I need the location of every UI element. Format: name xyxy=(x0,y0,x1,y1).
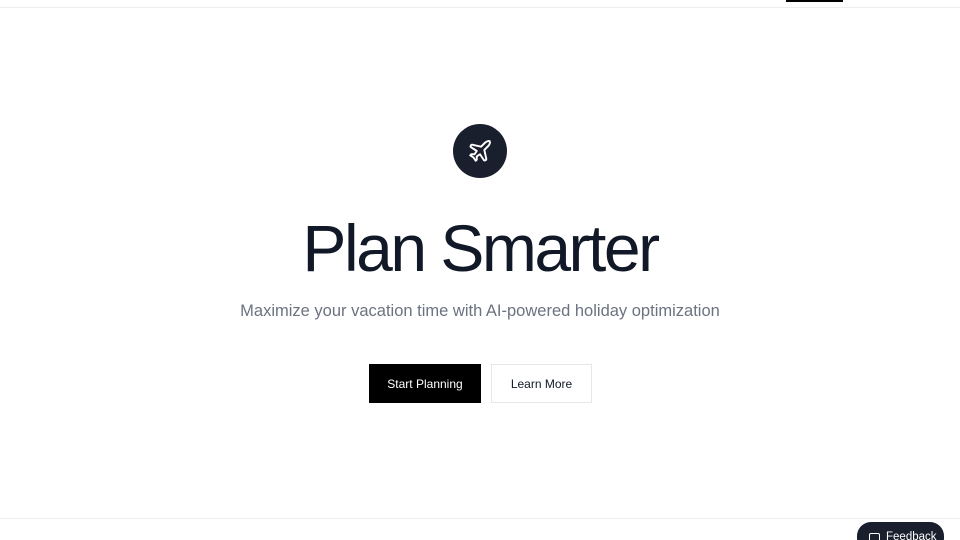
landing-page: Plan Smarter Maximize your vacation time… xyxy=(0,0,960,540)
message-square-icon xyxy=(869,533,880,540)
hero-title: Plan Smarter xyxy=(302,211,660,285)
active-nav-indicator xyxy=(786,0,843,2)
airplane-icon xyxy=(469,140,491,162)
feedback-label: Feedback xyxy=(886,531,937,540)
start-planning-button[interactable]: Start Planning xyxy=(369,364,481,403)
hero-subtitle: Maximize your vacation time with AI-powe… xyxy=(240,302,720,320)
header-divider xyxy=(0,7,960,8)
learn-more-button[interactable]: Learn More xyxy=(491,364,592,403)
feedback-button[interactable]: Feedback xyxy=(857,522,944,540)
footer-divider xyxy=(0,518,960,519)
logo-badge xyxy=(453,124,507,178)
